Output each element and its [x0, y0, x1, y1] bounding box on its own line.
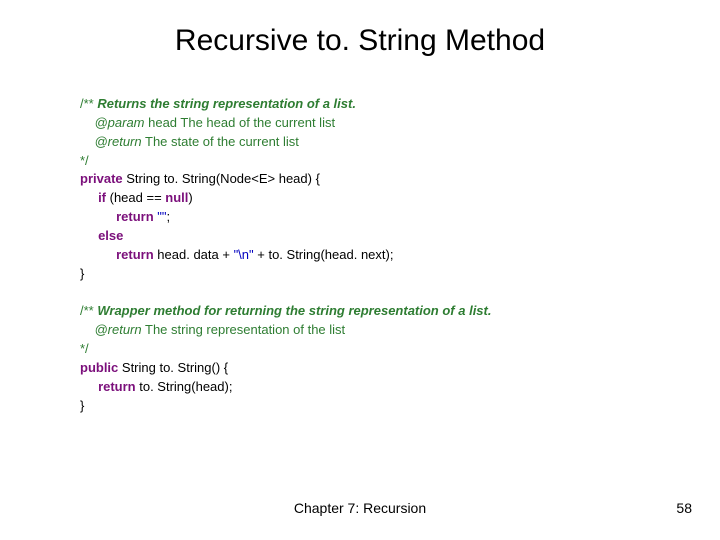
comment2-open: /**	[80, 303, 97, 318]
method1-sig: String to. String(Node<E> head) {	[123, 171, 320, 186]
slide-title: Recursive to. String Method	[0, 24, 720, 58]
method2-body: to. String(head);	[136, 379, 233, 394]
javadoc-param-name: head	[145, 115, 181, 130]
string-empty: ""	[154, 209, 167, 224]
comment-desc: Returns the string representation of a l…	[97, 96, 356, 111]
keyword-else: else	[98, 228, 123, 243]
if-cond: (head ==	[106, 190, 165, 205]
keyword-return1: return	[116, 209, 154, 224]
javadoc2-return-desc: The string representation of the list	[142, 322, 346, 337]
footer-chapter: Chapter 7: Recursion	[0, 500, 720, 516]
comment-open: /**	[80, 96, 97, 111]
javadoc-param-desc: The head of the current list	[180, 115, 335, 130]
keyword-public: public	[80, 360, 118, 375]
comment-close: */	[80, 153, 89, 168]
expr-b: + to. String(head. next);	[254, 247, 394, 262]
keyword-if: if	[98, 190, 106, 205]
comment2-desc: Wrapper method for returning the string …	[97, 303, 491, 318]
keyword-private: private	[80, 171, 123, 186]
comment2-close: */	[80, 341, 89, 356]
brace-close2: }	[80, 398, 84, 413]
keyword-null: null	[165, 190, 188, 205]
slide: Recursive to. String Method /** Returns …	[0, 0, 720, 540]
expr-a: head. data +	[154, 247, 234, 262]
javadoc-param-tag: @param	[94, 115, 144, 130]
javadoc2-return-tag: @return	[94, 322, 141, 337]
brace-close1: }	[80, 266, 84, 281]
keyword-return3: return	[98, 379, 136, 394]
footer-page-number: 58	[676, 500, 692, 516]
code-block: /** Returns the string representation of…	[80, 95, 660, 415]
string-nl: "\n"	[234, 247, 254, 262]
method2-sig: String to. String() {	[118, 360, 228, 375]
if-close: )	[188, 190, 192, 205]
javadoc-return-desc: The state of the current list	[142, 134, 299, 149]
keyword-return2: return	[116, 247, 154, 262]
javadoc-return-tag: @return	[94, 134, 141, 149]
semi1: ;	[167, 209, 171, 224]
